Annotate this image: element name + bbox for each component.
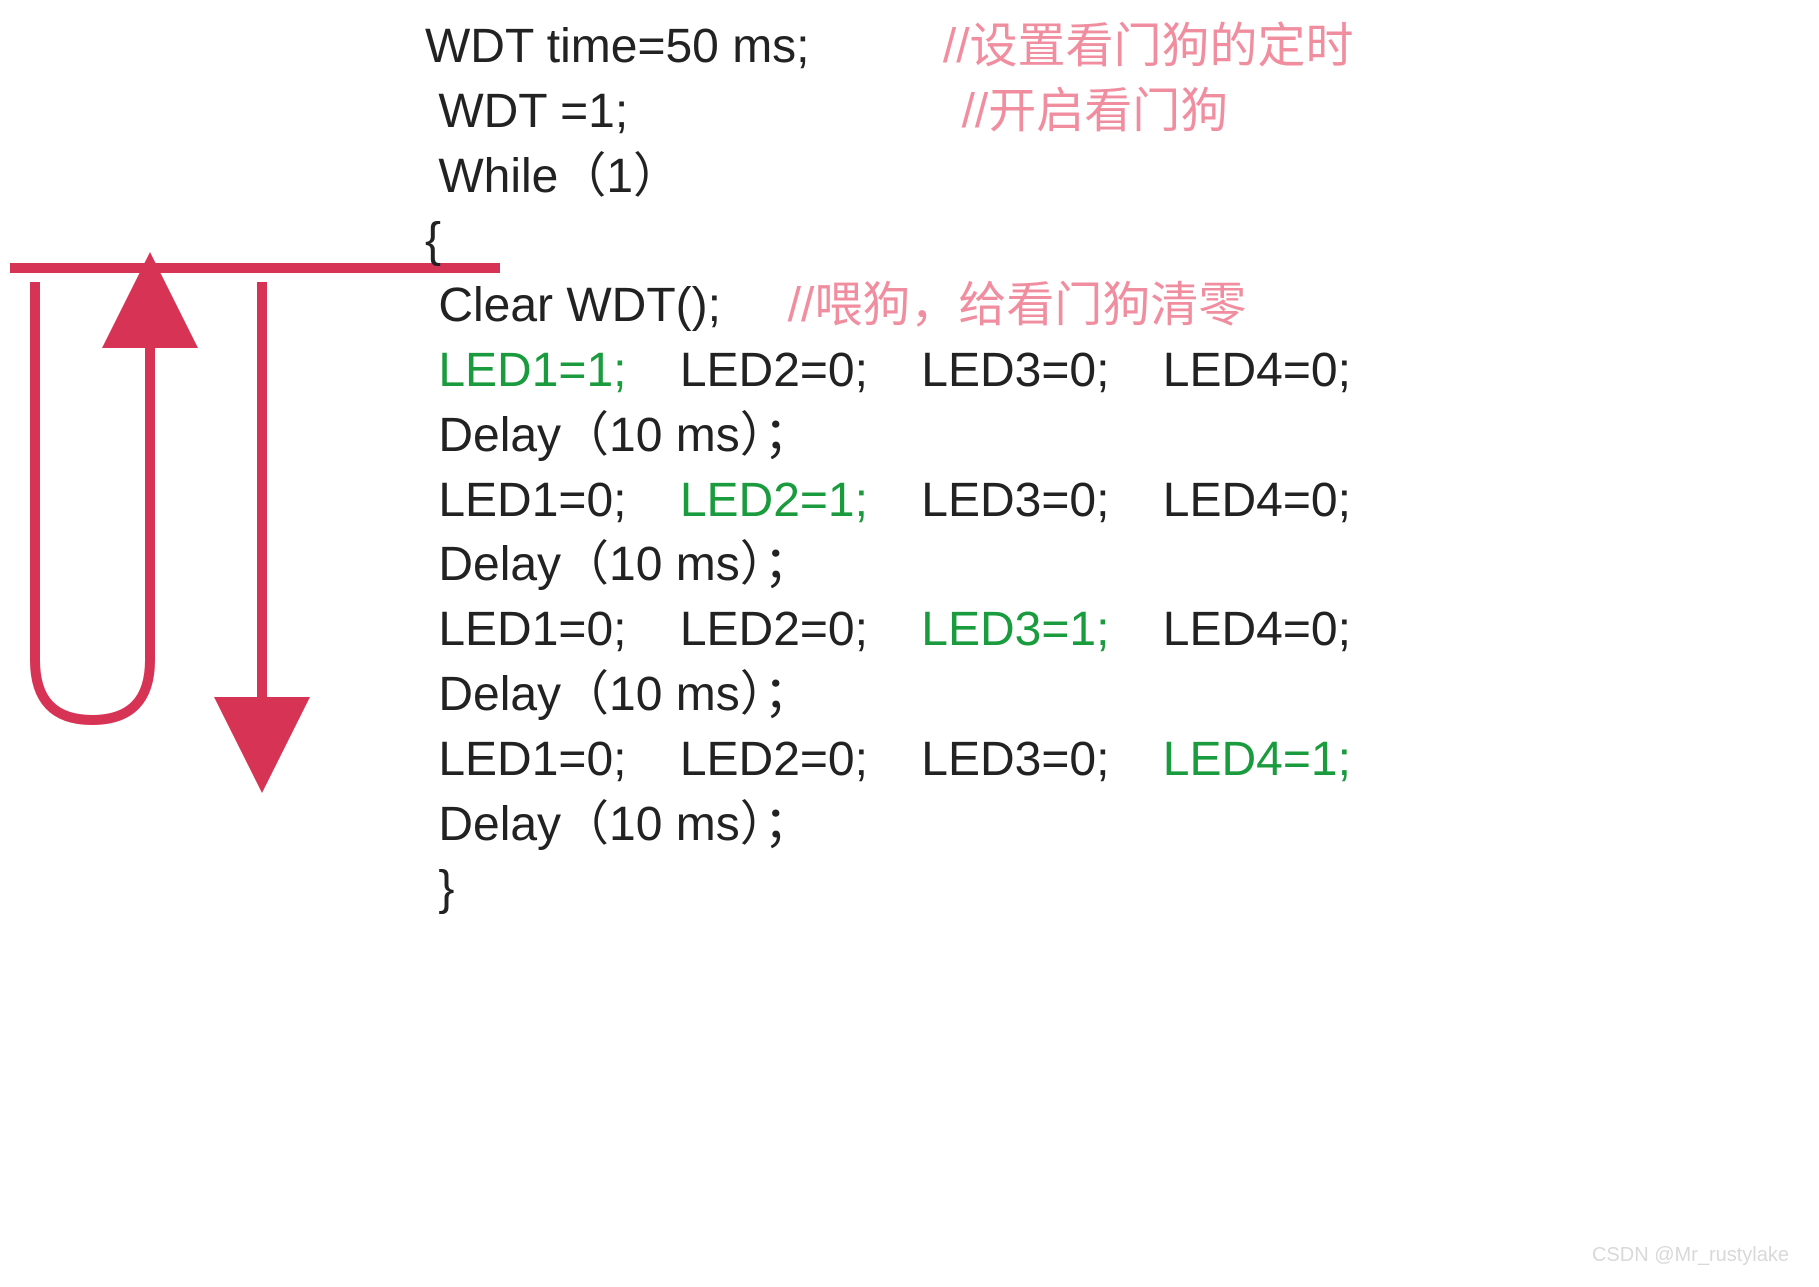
code-line-9: Delay（10 ms）； <box>425 538 812 591</box>
led4-on: LED4=1; <box>1163 733 1351 786</box>
code-line-11: Delay（10 ms）； <box>425 668 812 721</box>
code-line-8: LED1=0; LED2=1; LED3=0; LED4=0; <box>425 474 1351 527</box>
code-line-13: Delay（10 ms）； <box>425 798 812 851</box>
code-line-12: LED1=0; LED2=0; LED3=0; LED4=1; <box>425 733 1351 786</box>
led2-on: LED2=1; <box>680 474 868 527</box>
code-line-6: LED1=1; LED2=0; LED3=0; LED4=0; <box>425 344 1351 397</box>
code-line-10: LED1=0; LED2=0; LED3=1; LED4=0; <box>425 603 1351 656</box>
led1-on: LED1=1; <box>438 344 626 397</box>
comment-wdt-enable: //开启看门狗 <box>962 85 1229 138</box>
code-line-2: WDT =1; //开启看门狗 <box>425 85 1228 138</box>
code-line-1: WDT time=50 ms; //设置看门狗的定时 <box>425 20 1354 73</box>
code-line-4: { <box>425 214 441 267</box>
code-line-14: } <box>425 862 454 915</box>
comment-wdt-time: //设置看门狗的定时 <box>943 20 1354 73</box>
code-block: WDT time=50 ms; //设置看门狗的定时 WDT =1; //开启看… <box>425 15 1354 922</box>
comment-feed-dog: //喂狗，给看门狗清零 <box>788 279 1247 332</box>
code-line-5: Clear WDT(); //喂狗，给看门狗清零 <box>425 279 1246 332</box>
watermark: CSDN @Mr_rustylake <box>1592 1244 1789 1267</box>
code-line-7: Delay（10 ms）； <box>425 409 812 462</box>
code-line-3: While（1） <box>425 150 681 203</box>
diagram-u-turn-arrow <box>35 282 150 720</box>
led3-on: LED3=1; <box>921 603 1109 656</box>
